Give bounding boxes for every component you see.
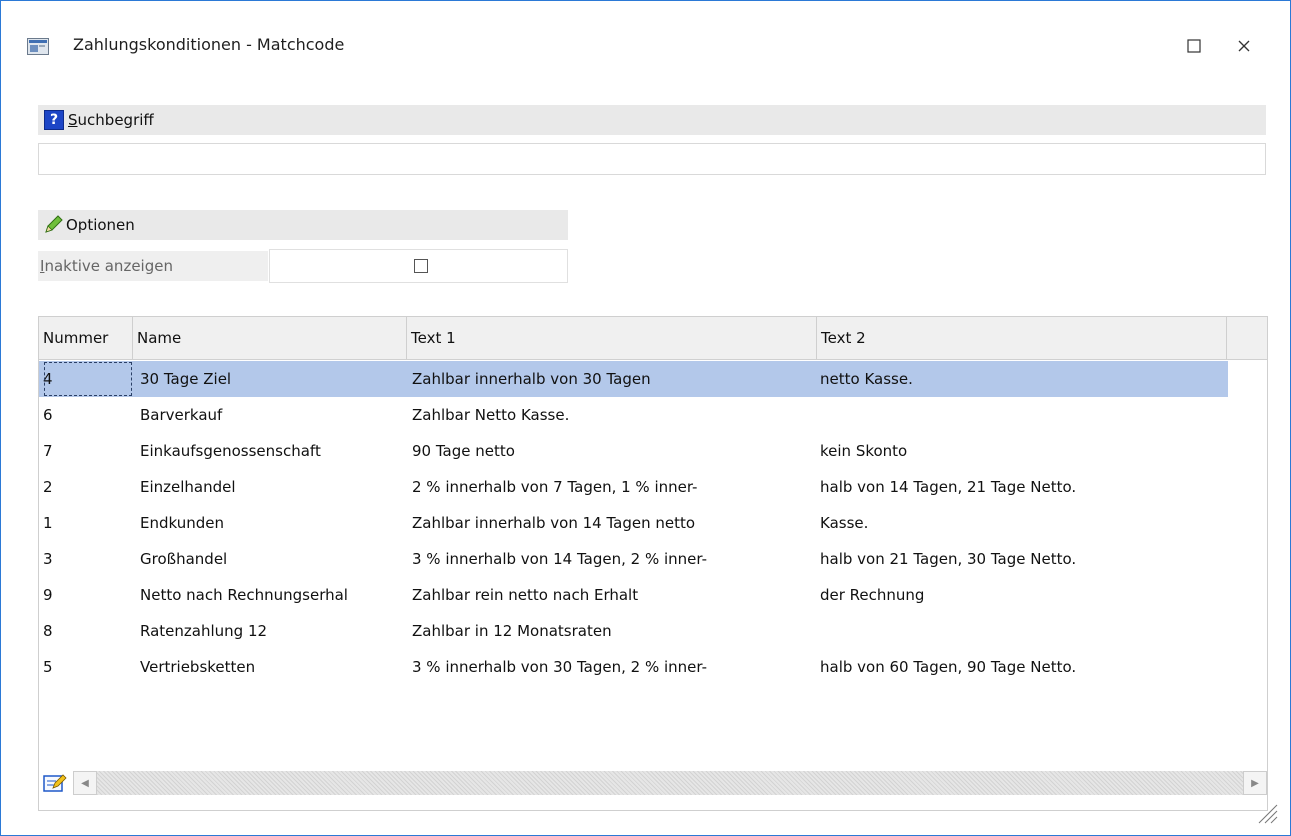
table-cell-text1: 3 % innerhalb von 30 Tagen, 2 % inner- <box>412 658 708 676</box>
scroll-right-button[interactable]: ▶ <box>1243 771 1267 795</box>
app-window-icon <box>27 38 49 55</box>
table-row[interactable]: 8 Ratenzahlung 12 Zahlbar in 12 Monatsrate… <box>39 613 1228 649</box>
table-row[interactable]: 6 Barverkauf Zahlbar Netto Kasse. <box>39 397 1228 433</box>
table-cell-text1: Zahlbar innerhalb von 14 Tagen netto <box>412 514 696 532</box>
table-cell-name: Großhandel <box>140 550 228 568</box>
maximize-button[interactable] <box>1179 31 1209 61</box>
table-row[interactable]: 3 Großhandel 3 % innerhalb von 14 Tagen, 2… <box>39 541 1228 577</box>
table-cell-text1: Zahlbar Netto Kasse. <box>412 406 570 424</box>
search-section-label: Suchbegriff <box>68 111 154 129</box>
table-row[interactable]: 4 30 Tage Ziel Zahlbar innerhalb von 30 Ta… <box>39 361 1228 397</box>
window-title: Zahlungskonditionen - Matchcode <box>73 35 345 54</box>
matchcode-window: Zahlungskonditionen - Matchcode ? Suchbe… <box>0 0 1291 836</box>
table-cell-text2: der Rechnung <box>820 586 925 604</box>
table-cell-text1: Zahlbar in 12 Monatsraten <box>412 622 612 640</box>
inactive-label: Inaktive anzeigen <box>38 251 268 281</box>
table-cell-name: Barverkauf <box>140 406 223 424</box>
column-header-nummer[interactable]: Nummer <box>39 317 133 359</box>
search-section-header: ? Suchbegriff <box>38 105 1266 135</box>
table-cell-text2: halb von 21 Tagen, 30 Tage Netto. <box>820 550 1077 568</box>
table-row[interactable]: 7 Einkaufsgenossenschaft 90 Tage netto kein… <box>39 433 1228 469</box>
pencil-icon <box>45 215 63 233</box>
scroll-track[interactable] <box>97 771 1243 795</box>
table-cell-text1: 90 Tage netto <box>412 442 515 460</box>
title-bar[interactable]: Zahlungskonditionen - Matchcode <box>1 1 1290 91</box>
table-cell-text2 <box>820 613 1224 649</box>
scroll-right-icon: ▶ <box>1251 777 1259 789</box>
results-table: Nummer Name Text 1 Text 2 4 30 Tage Ziel Z… <box>38 316 1268 811</box>
table-cell-text2: halb von 14 Tagen, 21 Tage Netto. <box>820 478 1077 496</box>
options-section-label: Optionen <box>66 216 135 234</box>
edit-icon[interactable] <box>43 773 67 793</box>
table-row[interactable]: 2 Einzelhandel 2 % innerhalb von 7 Tagen, … <box>39 469 1228 505</box>
column-header-text2[interactable]: Text 2 <box>817 317 1227 359</box>
table-row[interactable]: 9 Netto nach Rechnungserhal Zahlbar rein n… <box>39 577 1228 613</box>
table-cell-name: Netto nach Rechnungserhal <box>140 586 348 604</box>
table-cell-nummer: 3 <box>43 550 53 568</box>
table-cell-name: Einzelhandel <box>140 478 236 496</box>
search-input[interactable] <box>38 143 1266 175</box>
table-cell-text2: Kasse. <box>820 514 869 532</box>
close-icon <box>1238 40 1250 52</box>
table-header: Nummer Name Text 1 Text 2 <box>39 317 1267 360</box>
resize-grip-icon[interactable] <box>1253 799 1279 825</box>
horizontal-scrollbar[interactable]: ◀ ▶ <box>39 771 1267 795</box>
close-button[interactable] <box>1229 31 1259 61</box>
table-cell-text1: Zahlbar innerhalb von 30 Tagen <box>412 370 651 388</box>
table-cell-text1: Zahlbar rein netto nach Erhalt <box>412 586 639 604</box>
table-cell-name: Ratenzahlung 12 <box>140 622 268 640</box>
table-cell-nummer: 9 <box>43 586 53 604</box>
table-cell-nummer: 2 <box>43 478 53 496</box>
inactive-checkbox[interactable] <box>414 259 428 273</box>
table-cell-name: Vertriebsketten <box>140 658 256 676</box>
column-header-text1[interactable]: Text 1 <box>407 317 817 359</box>
inactive-label-text: Inaktive anzeigen <box>40 257 173 275</box>
table-cell-text2 <box>820 397 1224 433</box>
table-cell-name: 30 Tage Ziel <box>140 370 232 388</box>
table-row[interactable]: 5 Vertriebsketten 3 % innerhalb von 30 Tag… <box>39 649 1228 685</box>
scroll-left-icon: ◀ <box>81 777 89 789</box>
table-cell-text1: 3 % innerhalb von 14 Tagen, 2 % inner- <box>412 550 708 568</box>
scroll-left-button[interactable]: ◀ <box>73 771 97 795</box>
maximize-icon <box>1187 39 1201 53</box>
table-cell-nummer: 6 <box>43 406 53 424</box>
table-cell-nummer: 4 <box>43 361 133 397</box>
table-cell-text2: halb von 60 Tagen, 90 Tage Netto. <box>820 658 1077 676</box>
table-cell-nummer: 8 <box>43 622 53 640</box>
table-cell-nummer: 5 <box>43 658 53 676</box>
help-icon[interactable]: ? <box>44 110 64 130</box>
table-cell-nummer: 1 <box>43 514 53 532</box>
inactive-value-field[interactable] <box>269 249 568 283</box>
table-cell-text1: 2 % innerhalb von 7 Tagen, 1 % inner- <box>412 478 698 496</box>
options-section-header: Optionen <box>38 210 568 240</box>
table-cell-name: Einkaufsgenossenschaft <box>140 442 321 460</box>
column-header-name[interactable]: Name <box>133 317 407 359</box>
table-cell-text2: netto Kasse. <box>820 370 913 388</box>
table-cell-name: Endkunden <box>140 514 225 532</box>
table-cell-nummer: 7 <box>43 442 53 460</box>
table-cell-text2: kein Skonto <box>820 442 908 460</box>
table-row[interactable]: 1 Endkunden Zahlbar innerhalb von 14 Tagen… <box>39 505 1228 541</box>
